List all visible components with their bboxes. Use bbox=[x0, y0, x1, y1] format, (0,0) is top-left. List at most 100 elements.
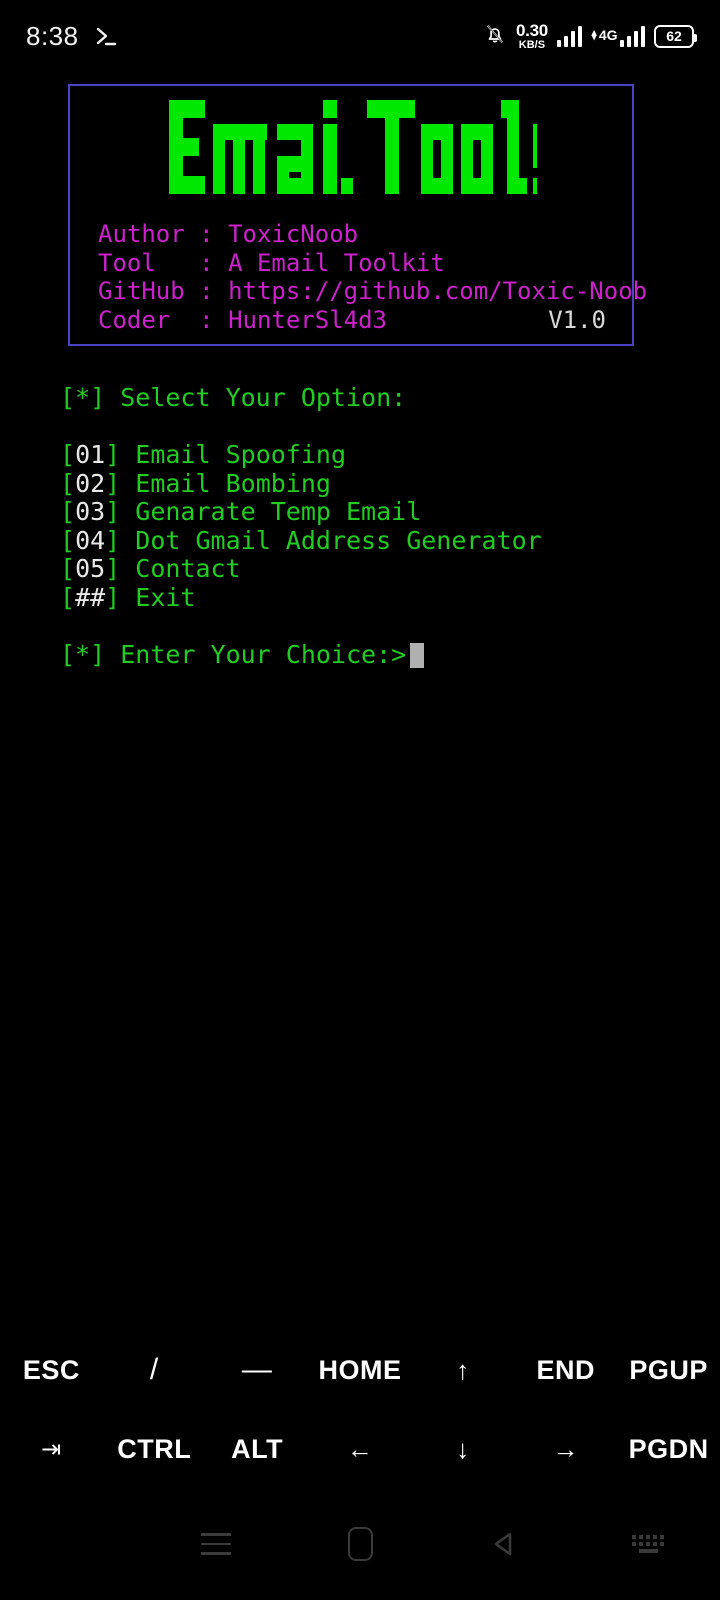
network-speed-value: 0.30 bbox=[516, 20, 548, 40]
keyboard-spacebar bbox=[638, 1549, 658, 1553]
signal-bars-sim1-icon bbox=[556, 25, 583, 47]
bracket-open: [ bbox=[60, 582, 76, 612]
info-sep: : bbox=[199, 220, 229, 248]
bracket-close: ] bbox=[105, 582, 136, 612]
back-triangle-icon bbox=[487, 1527, 521, 1561]
menu-option-label: Email Spoofing bbox=[135, 440, 346, 469]
menu-option-number: 04 bbox=[75, 525, 106, 555]
bracket-close: ] bbox=[105, 440, 136, 469]
bracket-open: [ bbox=[60, 468, 76, 498]
status-bar-right: 0.30 KB/S ▲ ▼ 4G 62 bbox=[483, 22, 697, 51]
select-option-prompt: [*] Select Your Option: bbox=[60, 383, 407, 412]
ascii-art-title-glyphs bbox=[169, 100, 537, 194]
menu-block: [*] Select Your Option: [01] Email Spoof… bbox=[0, 346, 720, 669]
battery-icon: 62 bbox=[654, 24, 697, 48]
bracket-close: ] bbox=[105, 468, 136, 498]
mobile-data-indicator: ▲ ▼ 4G bbox=[591, 25, 645, 47]
menu-option-label: Exit bbox=[135, 582, 196, 612]
info-line-author: Author : ToxicNoob bbox=[98, 220, 632, 249]
tool-info-block: Author : ToxicNoob Tool : A Email Toolki… bbox=[70, 202, 647, 335]
key-esc[interactable]: ESC bbox=[0, 1330, 103, 1410]
bracket-close: ] bbox=[105, 554, 136, 583]
android-navigation-bar bbox=[0, 1488, 720, 1600]
status-bar-left: 8:38 bbox=[26, 21, 119, 52]
menu-option-02[interactable]: [02] Email Bombing bbox=[60, 468, 720, 499]
key-end[interactable]: END bbox=[514, 1330, 617, 1410]
keyboard-icon bbox=[632, 1535, 664, 1553]
version-label: V1.0 bbox=[548, 305, 606, 334]
key-pgup[interactable]: PGUP bbox=[617, 1330, 720, 1410]
choice-input-line[interactable]: [*] Enter Your Choice:> bbox=[60, 639, 720, 670]
info-line-tool: Tool : A Email Toolkit bbox=[98, 249, 632, 278]
menu-option-label: Contact bbox=[135, 554, 241, 583]
key-tab[interactable]: ⇥ bbox=[0, 1410, 103, 1488]
info-line-coder: Coder : HunterSl4d3 V1.0 bbox=[98, 306, 632, 335]
key-slash[interactable]: / bbox=[103, 1330, 206, 1410]
extra-keys-row-1: ESC / — HOME ↑ END PGUP bbox=[0, 1330, 720, 1410]
nav-keyboard-button[interactable] bbox=[576, 1535, 720, 1553]
menu-option-label: Dot Gmail Address Generator bbox=[135, 525, 542, 555]
menu-option-label: Email Bombing bbox=[135, 468, 331, 498]
key-alt[interactable]: ALT bbox=[206, 1410, 309, 1488]
phone-screen: 8:38 0.30 KB/S ▲ ▼ 4G 62 Author: ToxicN… bbox=[0, 0, 720, 1600]
key-ctrl[interactable]: CTRL bbox=[103, 1410, 206, 1488]
menu-option-number: 03 bbox=[75, 497, 106, 526]
info-key-github: GitHub bbox=[98, 277, 200, 305]
menu-option-number: 01 bbox=[75, 440, 106, 469]
key-arrow-left[interactable]: ← bbox=[309, 1410, 412, 1488]
info-value-github-url[interactable]: https://github.com/Toxic-Noob bbox=[228, 277, 647, 305]
key-dash[interactable]: — bbox=[206, 1330, 309, 1410]
bracket-open: [ bbox=[60, 554, 76, 583]
bracket-close: ] bbox=[105, 525, 136, 555]
key-arrow-down[interactable]: ↓ bbox=[411, 1410, 514, 1488]
menu-option-exit[interactable]: [##] Exit bbox=[60, 582, 720, 613]
nav-back-button[interactable] bbox=[432, 1527, 576, 1561]
key-arrow-right[interactable]: → bbox=[514, 1410, 617, 1488]
choice-input-prompt: [*] Enter Your Choice:> bbox=[60, 639, 407, 669]
info-line-github: GitHub : https://github.com/Toxic-Noob bbox=[98, 277, 647, 306]
info-value-tool: A Email Toolkit bbox=[228, 248, 445, 277]
network-speed: 0.30 KB/S bbox=[516, 22, 548, 51]
keyboard-dots-row bbox=[632, 1542, 664, 1546]
tool-banner: Author : ToxicNoob Tool : A Email Toolki… bbox=[68, 84, 647, 346]
nav-home-button[interactable] bbox=[288, 1527, 432, 1561]
clock: 8:38 bbox=[26, 20, 79, 51]
nav-recents-button[interactable] bbox=[144, 1533, 288, 1555]
network-type-label: 4G bbox=[598, 27, 618, 43]
menu-option-05[interactable]: [05] Contact bbox=[60, 554, 720, 584]
battery-level-label: 62 bbox=[666, 28, 682, 44]
bracket-open: [ bbox=[60, 497, 76, 526]
bell-muted-icon bbox=[483, 22, 507, 50]
text-cursor bbox=[410, 642, 425, 668]
keyboard-dots-row bbox=[632, 1535, 664, 1539]
terminal-output[interactable]: Author : ToxicNoob Tool : A Email Toolki… bbox=[0, 72, 720, 1330]
data-transfer-arrows-icon: ▲ ▼ bbox=[591, 28, 597, 44]
info-sep: : bbox=[199, 305, 229, 334]
info-key-author: Author bbox=[98, 220, 200, 248]
key-pgdn[interactable]: PGDN bbox=[617, 1410, 720, 1488]
status-bar: 8:38 0.30 KB/S ▲ ▼ 4G 62 bbox=[0, 0, 720, 72]
signal-bars-sim2-icon bbox=[619, 25, 645, 47]
menu-option-03[interactable]: [03] Genarate Temp Email bbox=[60, 497, 720, 527]
menu-option-number: 02 bbox=[75, 468, 106, 498]
menu-option-label: Genarate Temp Email bbox=[135, 497, 422, 526]
menu-option-number: ## bbox=[75, 582, 106, 612]
menu-option-number: 05 bbox=[75, 554, 106, 583]
key-row: ⇥ CTRL ALT ← ↓ → PGDN bbox=[0, 1410, 720, 1488]
info-key-tool: Tool bbox=[98, 248, 200, 277]
extra-keys-row-2: ⇥ CTRL ALT ← ↓ → PGDN bbox=[0, 1410, 720, 1488]
key-row: ESC / — HOME ↑ END PGUP bbox=[0, 1330, 720, 1410]
key-home[interactable]: HOME bbox=[309, 1330, 412, 1410]
key-arrow-up[interactable]: ↑ bbox=[411, 1330, 514, 1410]
bracket-open: [ bbox=[60, 440, 76, 469]
menu-option-01[interactable]: [01] Email Spoofing bbox=[60, 440, 720, 470]
info-key-coder: Coder bbox=[98, 305, 200, 334]
recents-menu-icon bbox=[201, 1533, 231, 1555]
menu-option-04[interactable]: [04] Dot Gmail Address Generator bbox=[60, 525, 720, 556]
info-sep: : bbox=[199, 248, 229, 277]
bracket-close: ] bbox=[105, 497, 136, 526]
info-value-author: ToxicNoob bbox=[228, 220, 359, 248]
network-speed-unit: KB/S bbox=[518, 38, 546, 51]
terminal-prompt-icon bbox=[93, 23, 119, 49]
